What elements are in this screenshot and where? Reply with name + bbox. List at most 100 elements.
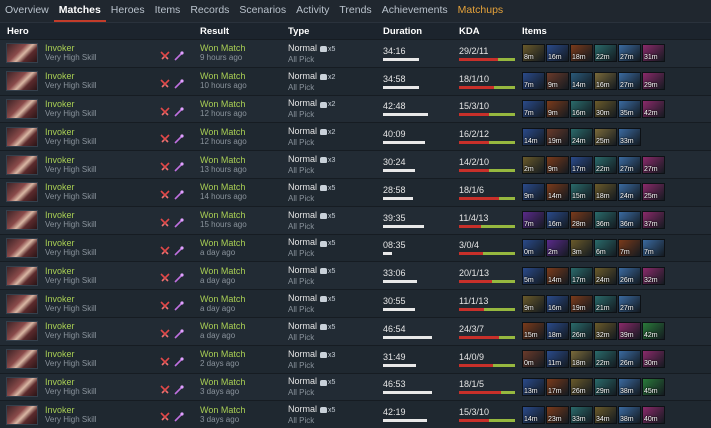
hero-cell[interactable]: Invoker Very High Skill: [0, 68, 200, 95]
result-text[interactable]: Won Match: [200, 377, 288, 387]
item-icon[interactable]: 24m: [570, 127, 593, 146]
hero-name[interactable]: Invoker: [45, 43, 97, 53]
hero-cell[interactable]: Invoker Very High Skill: [0, 401, 200, 428]
item-icon[interactable]: 9m: [546, 155, 569, 174]
table-row[interactable]: Invoker Very High Skill Won Match 12 hours …: [0, 122, 711, 151]
hero-cell[interactable]: Invoker Very High Skill: [0, 40, 200, 67]
hero-portrait[interactable]: [6, 376, 38, 397]
table-row[interactable]: Invoker Very High Skill Won Match a day ago…: [0, 289, 711, 317]
item-icon[interactable]: 25m: [594, 127, 617, 146]
item-icon[interactable]: 22m: [594, 155, 617, 174]
item-icon[interactable]: 14m: [546, 183, 569, 202]
item-icon[interactable]: 27m: [618, 72, 641, 91]
item-icon[interactable]: 7m: [522, 211, 545, 230]
tab-matches[interactable]: Matches: [53, 0, 106, 22]
item-icon[interactable]: 37m: [642, 211, 665, 230]
hero-portrait[interactable]: [6, 182, 38, 203]
item-icon[interactable]: 11m: [546, 350, 569, 369]
hero-name[interactable]: Invoker: [45, 71, 97, 81]
table-row[interactable]: Invoker Very High Skill Won Match 3 days ag…: [0, 372, 711, 401]
hero-cell[interactable]: Invoker Very High Skill: [0, 235, 200, 262]
item-icon[interactable]: 2m: [546, 238, 569, 257]
item-icon[interactable]: 29m: [594, 377, 617, 396]
hero-portrait[interactable]: [6, 98, 38, 119]
header-hero[interactable]: Hero: [0, 26, 200, 37]
table-row[interactable]: Invoker Very High Skill Won Match a day ago…: [0, 233, 711, 262]
item-icon[interactable]: 35m: [618, 99, 641, 118]
item-icon[interactable]: 33m: [618, 127, 641, 146]
item-icon[interactable]: 9m: [522, 294, 545, 313]
hero-name[interactable]: Invoker: [45, 377, 97, 387]
tab-scenarios[interactable]: Scenarios: [234, 0, 291, 22]
result-text[interactable]: Won Match: [200, 210, 288, 220]
hero-name[interactable]: Invoker: [45, 182, 97, 192]
item-icon[interactable]: 14m: [546, 266, 569, 285]
item-icon[interactable]: 32m: [642, 266, 665, 285]
table-row[interactable]: Invoker Very High Skill Won Match a day ago…: [0, 316, 711, 345]
header-duration[interactable]: Duration: [383, 26, 459, 37]
item-icon[interactable]: 32m: [594, 322, 617, 341]
item-icon[interactable]: 7m: [618, 238, 641, 257]
result-text[interactable]: Won Match: [200, 238, 288, 248]
result-text[interactable]: Won Match: [200, 405, 288, 415]
item-icon[interactable]: 17m: [570, 155, 593, 174]
header-items[interactable]: Items: [522, 26, 704, 37]
item-icon[interactable]: 34m: [594, 405, 617, 424]
item-icon[interactable]: 27m: [642, 155, 665, 174]
item-icon[interactable]: 24m: [618, 183, 641, 202]
hero-name[interactable]: Invoker: [45, 155, 97, 165]
result-text[interactable]: Won Match: [200, 349, 288, 359]
item-icon[interactable]: 36m: [594, 211, 617, 230]
item-icon[interactable]: 30m: [642, 350, 665, 369]
tab-heroes[interactable]: Heroes: [106, 0, 150, 22]
result-text[interactable]: Won Match: [200, 71, 288, 81]
item-icon[interactable]: 2m: [522, 155, 545, 174]
hero-name[interactable]: Invoker: [45, 321, 97, 331]
item-icon[interactable]: 27m: [618, 155, 641, 174]
header-type[interactable]: Type: [288, 26, 383, 37]
item-icon[interactable]: 18m: [594, 183, 617, 202]
hero-portrait[interactable]: [6, 404, 38, 425]
item-icon[interactable]: 25m: [642, 183, 665, 202]
item-icon[interactable]: 45m: [642, 377, 665, 396]
item-icon[interactable]: 39m: [618, 322, 641, 341]
tab-trends[interactable]: Trends: [334, 0, 376, 22]
item-icon[interactable]: 38m: [618, 377, 641, 396]
hero-name[interactable]: Invoker: [45, 349, 97, 359]
result-text[interactable]: Won Match: [200, 182, 288, 192]
hero-name[interactable]: Invoker: [45, 266, 97, 276]
tab-matchups[interactable]: Matchups: [453, 0, 509, 22]
item-icon[interactable]: 16m: [546, 44, 569, 63]
hero-cell[interactable]: Invoker Very High Skill: [0, 151, 200, 178]
item-icon[interactable]: 29m: [642, 72, 665, 91]
hero-portrait[interactable]: [6, 265, 38, 286]
hero-name[interactable]: Invoker: [45, 127, 97, 137]
item-icon[interactable]: 17m: [546, 377, 569, 396]
item-icon[interactable]: 22m: [594, 350, 617, 369]
item-icon[interactable]: 40m: [642, 405, 665, 424]
item-icon[interactable]: 15m: [522, 322, 545, 341]
table-row[interactable]: Invoker Very High Skill Won Match 3 days ag…: [0, 400, 711, 428]
item-icon[interactable]: 14m: [522, 405, 545, 424]
table-row[interactable]: Invoker Very High Skill Won Match 2 days ag…: [0, 344, 711, 373]
item-icon[interactable]: 42m: [642, 99, 665, 118]
result-text[interactable]: Won Match: [200, 155, 288, 165]
item-icon[interactable]: 14m: [522, 127, 545, 146]
item-icon[interactable]: 33m: [570, 405, 593, 424]
hero-portrait[interactable]: [6, 237, 38, 258]
table-row[interactable]: Invoker Very High Skill Won Match 13 hours …: [0, 150, 711, 178]
hero-cell[interactable]: Invoker Very High Skill: [0, 123, 200, 150]
item-icon[interactable]: 13m: [522, 377, 545, 396]
item-icon[interactable]: 9m: [522, 183, 545, 202]
hero-portrait[interactable]: [6, 43, 38, 64]
item-icon[interactable]: 27m: [618, 294, 641, 313]
tab-achievements[interactable]: Achievements: [377, 0, 453, 22]
item-icon[interactable]: 23m: [546, 405, 569, 424]
tab-activity[interactable]: Activity: [291, 0, 334, 22]
hero-cell[interactable]: Invoker Very High Skill: [0, 346, 200, 373]
tab-items[interactable]: Items: [150, 0, 186, 22]
hero-name[interactable]: Invoker: [45, 210, 97, 220]
hero-portrait[interactable]: [6, 210, 38, 231]
item-icon[interactable]: 36m: [618, 211, 641, 230]
item-icon[interactable]: 30m: [594, 99, 617, 118]
